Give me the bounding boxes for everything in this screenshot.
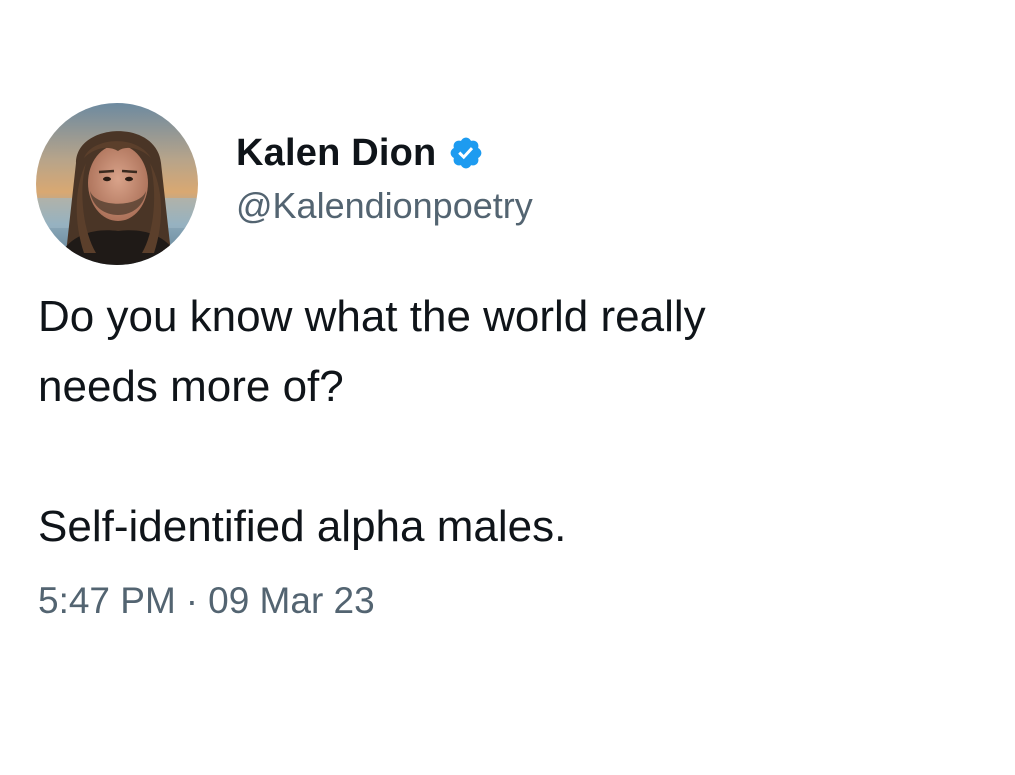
author-name-row: Kalen Dion <box>236 130 484 176</box>
tweet-line: Self-identified alpha males. <box>38 502 567 551</box>
avatar[interactable] <box>36 103 198 265</box>
tweet-text: Do you know what the world really needs … <box>38 282 978 562</box>
tweet-card: Kalen Dion @Kalendionpoetry Do you know … <box>0 0 1015 775</box>
user-handle[interactable]: @Kalendionpoetry <box>236 185 533 227</box>
tweet-line: Do you know what the world really <box>38 292 706 341</box>
display-name[interactable]: Kalen Dion <box>236 132 436 175</box>
tweet-line: needs more of? <box>38 362 344 411</box>
profile-photo <box>36 103 198 265</box>
verified-badge-icon <box>448 135 484 171</box>
tweet-date: 09 Mar 23 <box>208 580 375 621</box>
tweet-timestamp[interactable]: 5:47 PM · 09 Mar 23 <box>38 580 375 622</box>
tweet-time: 5:47 PM <box>38 580 176 621</box>
separator-dot: · <box>185 580 199 621</box>
